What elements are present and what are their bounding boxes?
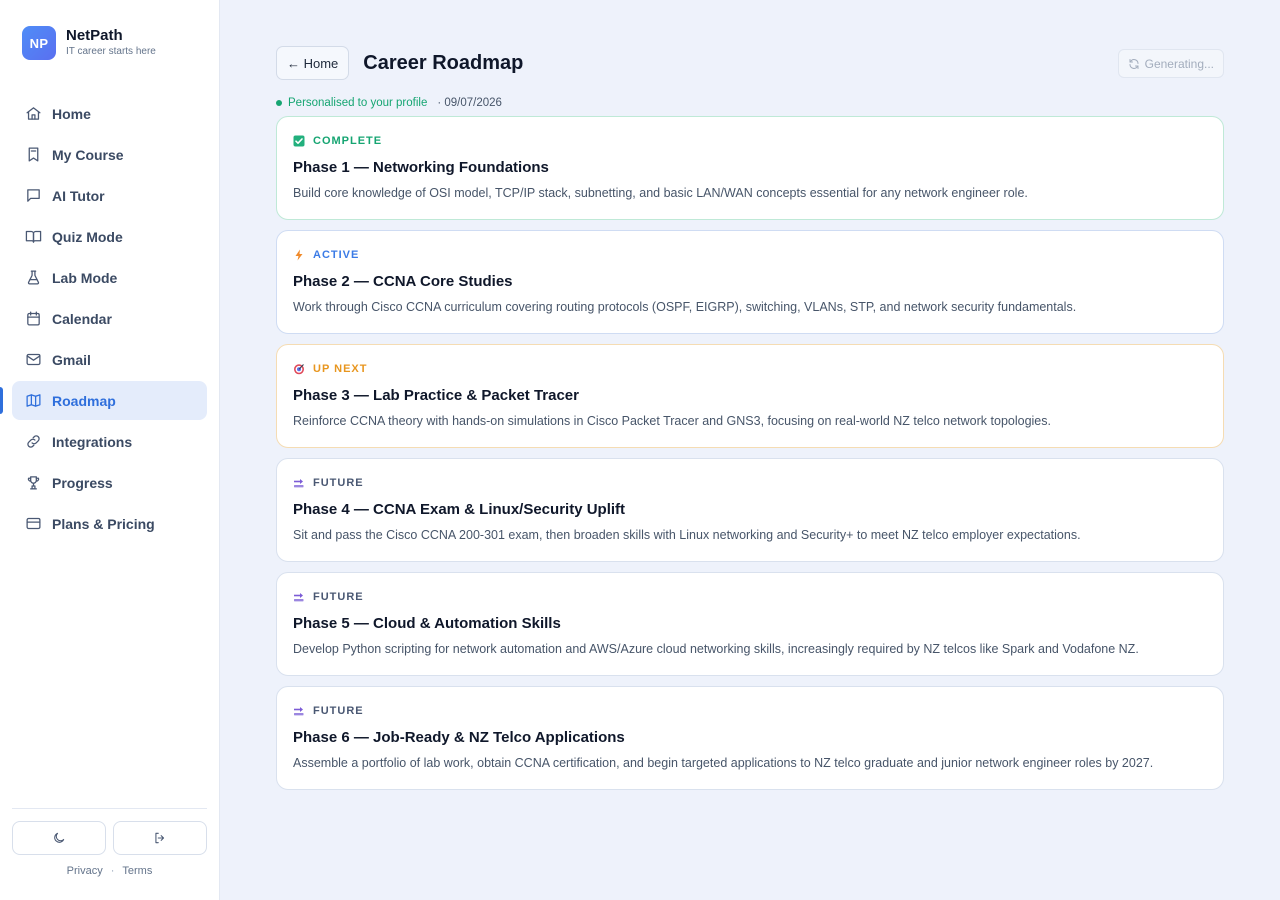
phase-description: Reinforce CCNA theory with hands-on simu… [293, 414, 1051, 428]
phase-status-label: COMPLETE [313, 135, 383, 147]
soon-arrow-icon [293, 705, 305, 717]
phase-status-label: FUTURE [313, 591, 364, 603]
phase-card[interactable]: FUTURE Phase 5 — Cloud & Automation Skill… [276, 572, 1224, 676]
sidebar-item-label: Gmail [52, 351, 91, 368]
sidebar-item-roadmap[interactable]: Roadmap [0, 381, 207, 420]
sidebar-item-progress[interactable]: Progress [12, 463, 207, 502]
phase-status: FUTURE [293, 590, 1207, 604]
sidebar: NP NetPath IT career starts here Home My … [0, 0, 220, 900]
phase-card[interactable]: FUTURE Phase 6 — Job-Ready & NZ Telco App… [276, 686, 1224, 790]
logout-icon [153, 831, 167, 845]
sidebar-item-label: My Course [52, 146, 124, 163]
sidebar-item-lab-mode[interactable]: Lab Mode [12, 258, 207, 297]
sidebar-item-calendar[interactable]: Calendar [12, 299, 207, 338]
sidebar-item-ai-tutor[interactable]: AI Tutor [12, 176, 207, 215]
phase-description: Sit and pass the Cisco CCNA 200-301 exam… [293, 528, 1081, 542]
phase-status: ACTIVE [293, 248, 1207, 262]
page-header: ← Home Career Roadmap Generating... [276, 46, 1224, 80]
roadmap-date: · 09/07/2026 [437, 97, 502, 109]
brand[interactable]: NP NetPath IT career starts here [22, 26, 156, 60]
phase-title: Phase 3 — Lab Practice & Packet Tracer [293, 387, 579, 404]
phase-status: UP NEXT [293, 362, 1207, 376]
phase-card[interactable]: COMPLETE Phase 1 — Networking Foundations… [276, 116, 1224, 220]
privacy-link[interactable]: Privacy [67, 865, 103, 877]
sidebar-item-label: Progress [52, 474, 113, 491]
phase-description: Work through Cisco CCNA curriculum cover… [293, 300, 1077, 314]
phase-title: Phase 1 — Networking Foundations [293, 159, 549, 176]
phase-card[interactable]: FUTURE Phase 4 — CCNA Exam & Linux/Securi… [276, 458, 1224, 562]
status-dot [276, 100, 282, 106]
credit-card-icon [24, 515, 42, 533]
brand-text: NetPath IT career starts here [66, 27, 156, 59]
moon-icon [52, 831, 66, 845]
roadmap-meta: Personalised to your profile · 09/07/202… [276, 96, 1224, 110]
phase-description: Build core knowledge of OSI model, TCP/I… [293, 186, 1028, 200]
terms-link[interactable]: Terms [122, 865, 152, 877]
logo: NP [22, 26, 56, 60]
generate-label: Generating... [1144, 56, 1214, 71]
sidebar-item-my-course[interactable]: My Course [12, 135, 207, 174]
phase-status-label: FUTURE [313, 705, 364, 717]
page-title: Career Roadmap [363, 51, 524, 74]
chat-icon [24, 187, 42, 205]
calendar-icon [24, 310, 42, 328]
sidebar-item-quiz-mode[interactable]: Quiz Mode [12, 217, 207, 256]
check-box-icon [293, 135, 305, 147]
brand-tagline: IT career starts here [66, 46, 156, 57]
phase-list: COMPLETE Phase 1 — Networking Foundations… [276, 116, 1224, 790]
phase-status-label: FUTURE [313, 477, 364, 489]
sidebar-nav: Home My Course AI Tutor Quiz Mode Lab Mode Ca… [0, 94, 207, 545]
sidebar-item-label: Quiz Mode [52, 228, 123, 245]
footer-links: Privacy · Terms [12, 865, 207, 877]
sidebar-item-label: Lab Mode [52, 269, 118, 286]
phase-description: Develop Python scripting for network aut… [293, 642, 1139, 656]
phase-card[interactable]: UP NEXT Phase 3 — Lab Practice & Packet T… [276, 344, 1224, 448]
soon-arrow-icon [293, 591, 305, 603]
map-icon [24, 392, 42, 410]
phase-status: COMPLETE [293, 134, 1207, 148]
phase-status: FUTURE [293, 704, 1207, 718]
sidebar-item-integrations[interactable]: Integrations [12, 422, 207, 461]
phase-title: Phase 5 — Cloud & Automation Skills [293, 615, 561, 632]
sidebar-item-label: AI Tutor [52, 187, 105, 204]
sidebar-item-label: Roadmap [52, 392, 116, 409]
refresh-icon [1128, 58, 1145, 70]
phase-status: FUTURE [293, 476, 1207, 490]
main-content: ← Home Career Roadmap Generating... Pers… [276, 46, 1224, 800]
sidebar-item-gmail[interactable]: Gmail [12, 340, 207, 379]
phase-title: Phase 6 — Job-Ready & NZ Telco Applicati… [293, 729, 625, 746]
sidebar-item-label: Home [52, 105, 91, 122]
link-icon [24, 433, 42, 451]
generate-button[interactable]: Generating... [1117, 49, 1224, 78]
open-book-icon [24, 228, 42, 246]
sidebar-item-label: Calendar [52, 310, 112, 327]
phase-status-label: ACTIVE [313, 249, 360, 261]
target-icon [293, 363, 305, 375]
phase-status-label: UP NEXT [313, 363, 368, 375]
sidebar-divider [12, 808, 207, 809]
flask-icon [24, 269, 42, 287]
mail-icon [24, 351, 42, 369]
sidebar-actions [12, 821, 207, 855]
home-icon [24, 105, 42, 123]
personalised-label: Personalised to your profile [288, 97, 428, 109]
book-icon [24, 146, 42, 164]
sidebar-item-plans-pricing[interactable]: Plans & Pricing [12, 504, 207, 543]
phase-card[interactable]: ACTIVE Phase 2 — CCNA Core Studies Work th… [276, 230, 1224, 334]
footer-separator: · [110, 865, 115, 877]
lightning-icon [293, 249, 305, 261]
phase-title: Phase 2 — CCNA Core Studies [293, 273, 513, 290]
sidebar-item-label: Integrations [52, 433, 133, 450]
trophy-icon [24, 474, 42, 492]
soon-arrow-icon [293, 477, 305, 489]
sidebar-item-home[interactable]: Home [12, 94, 207, 133]
phase-title: Phase 4 — CCNA Exam & Linux/Security Upl… [293, 501, 626, 518]
theme-toggle-button[interactable] [12, 821, 106, 855]
back-home-button[interactable]: ← Home [276, 46, 350, 80]
logout-button[interactable] [113, 821, 207, 855]
phase-description: Assemble a portfolio of lab work, obtain… [293, 756, 1154, 770]
brand-name: NetPath [66, 27, 123, 44]
sidebar-item-label: Plans & Pricing [52, 515, 155, 532]
